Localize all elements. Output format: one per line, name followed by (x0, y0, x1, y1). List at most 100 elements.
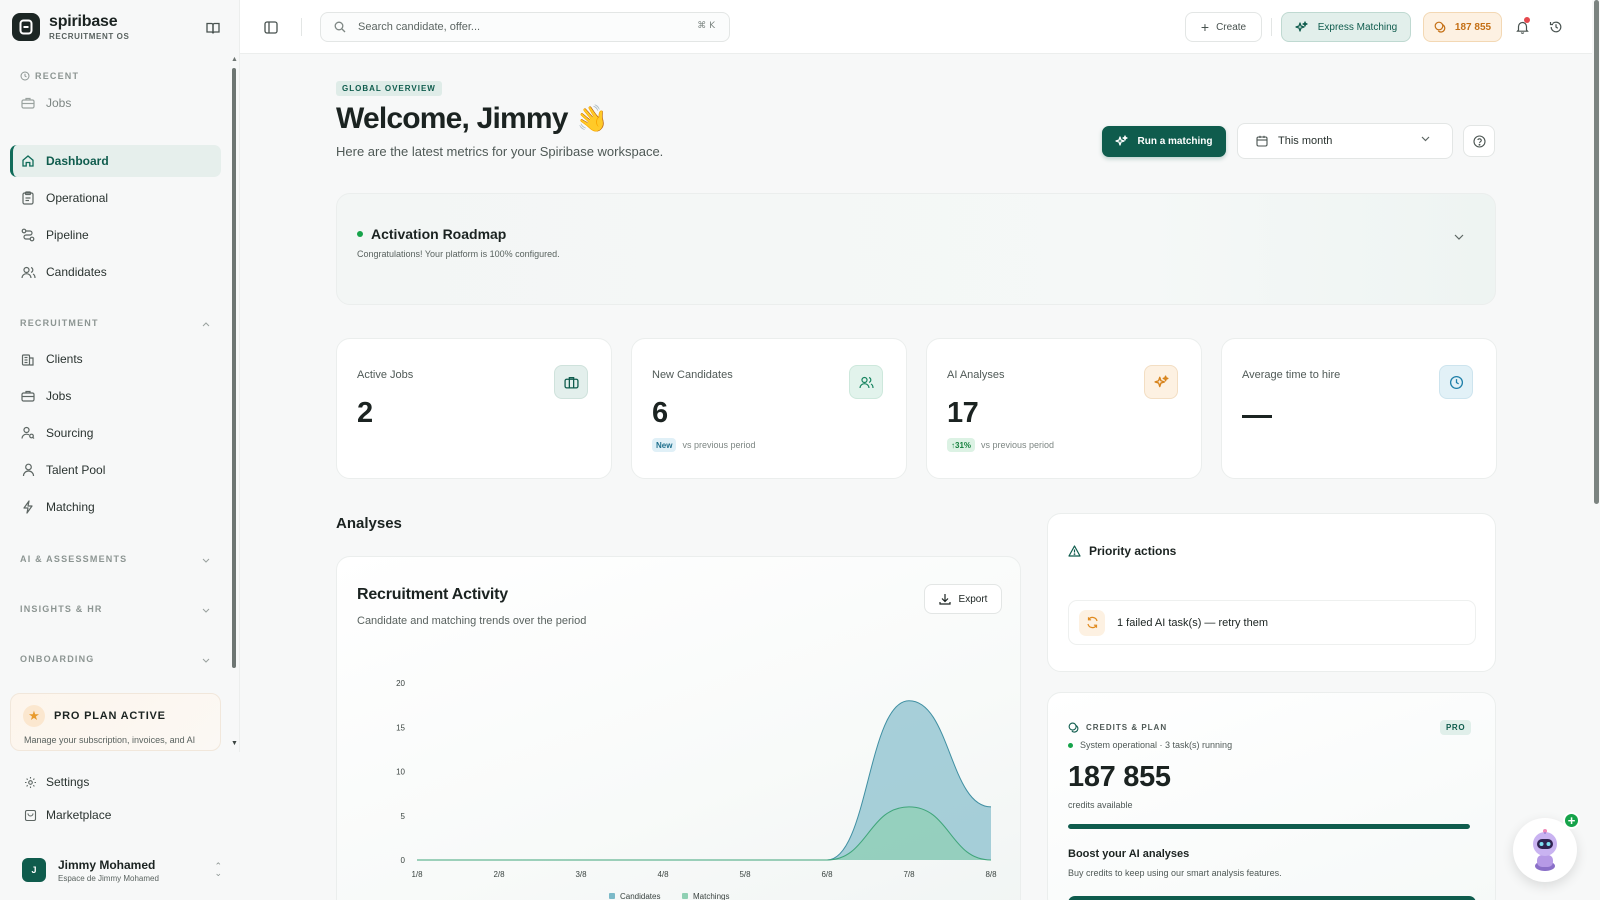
user-icon (20, 462, 36, 478)
route-icon (20, 227, 36, 243)
pro-plan-title: PRO PLAN ACTIVE (54, 710, 166, 722)
gear-icon (22, 774, 38, 790)
ai-assessments-label[interactable]: AI & ASSESSMENTS (20, 554, 127, 564)
sidebar-item-marketplace[interactable]: Marketplace (22, 807, 111, 823)
robot-icon (1533, 829, 1557, 871)
pro-plan-card[interactable]: ★ PRO PLAN ACTIVE Manage your subscripti… (10, 693, 221, 751)
create-button[interactable]: + Create (1185, 12, 1262, 42)
divider (301, 18, 302, 36)
scroll-down-arrow[interactable]: ▼ (231, 740, 238, 747)
legend-swatch (609, 893, 615, 899)
notification-dot (1524, 17, 1530, 23)
briefcase-icon (20, 388, 36, 404)
roadmap-title: Activation Roadmap (357, 226, 506, 242)
history-icon[interactable] (1547, 18, 1565, 36)
priority-title: Priority actions (1068, 544, 1176, 558)
plan-badge: PRO (1440, 720, 1472, 735)
credits-button[interactable]: 187 855 (1423, 12, 1502, 42)
stat-card-new-candidates: New Candidates 6 New vs previous period (631, 338, 907, 479)
store-icon (22, 807, 38, 823)
brand[interactable]: spiribase RECRUITMENT OS (12, 13, 129, 41)
y-tick-label: 10 (396, 768, 405, 777)
legend-label[interactable]: Candidates (620, 892, 660, 900)
stat-card-ai-analyses: AI Analyses 17 ↑31% vs previous period (926, 338, 1202, 479)
sidebar-item-clients[interactable]: Clients (10, 343, 221, 375)
sidebar-item-sourcing[interactable]: Sourcing (10, 417, 221, 449)
sidebar-item-candidates[interactable]: Candidates (10, 256, 221, 288)
clock-icon (1439, 365, 1473, 399)
briefcase-icon (20, 95, 36, 111)
user-workspace: Espace de Jimmy Mohamed (58, 873, 159, 883)
sidebar-item-matching[interactable]: Matching (10, 491, 221, 523)
status-dot (1068, 742, 1073, 748)
sidebar-item-talent-pool[interactable]: Talent Pool (10, 454, 221, 486)
chevron-down-icon[interactable] (200, 604, 212, 616)
x-tick-label: 5/8 (739, 870, 751, 879)
page-scrollbar[interactable] (1592, 0, 1600, 900)
recruitment-label: RECRUITMENT (20, 318, 99, 328)
sidebar-item-settings[interactable]: Settings (22, 774, 89, 790)
global-overview-tag: GLOBAL OVERVIEW (336, 81, 442, 96)
coins-icon (1068, 722, 1079, 733)
page-subtitle: Here are the latest metrics for your Spi… (336, 144, 664, 159)
calendar-icon (1256, 135, 1268, 147)
sidebar-item-jobs[interactable]: Jobs (10, 380, 221, 412)
chevron-down-icon[interactable] (1454, 234, 1464, 240)
stat-card-time-to-hire: Average time to hire — (1221, 338, 1497, 479)
chevron-up-icon[interactable] (200, 318, 212, 330)
building-icon (20, 351, 36, 367)
boost-title: Boost your AI analyses (1068, 848, 1190, 860)
search-box[interactable]: ⌘ K (320, 12, 730, 42)
brand-subtitle: RECRUITMENT OS (49, 32, 130, 41)
activation-roadmap[interactable]: Activation Roadmap Congratulations! Your… (336, 193, 1496, 305)
sidebar-item-pipeline[interactable]: Pipeline (10, 219, 221, 251)
help-icon[interactable] (1463, 125, 1495, 157)
legend-label[interactable]: Matchings (693, 892, 729, 900)
divider (1271, 18, 1272, 36)
credits-available-label: credits available (1068, 800, 1133, 810)
topbar: ⌘ K + Create Express Matching 187 855 (240, 0, 1600, 54)
page-scroll-thumb[interactable] (1594, 0, 1599, 504)
sidebar-scroll-thumb[interactable] (232, 68, 236, 668)
plus-icon: + (1200, 19, 1210, 35)
sidebar-scrollbar[interactable] (232, 60, 236, 668)
panel-toggle-icon[interactable] (262, 18, 280, 36)
onboarding-label[interactable]: ONBOARDING (20, 654, 95, 664)
stat-card-active-jobs: Active Jobs 2 (336, 338, 612, 479)
book-icon[interactable] (204, 19, 222, 37)
express-matching-button[interactable]: Express Matching (1281, 12, 1411, 42)
search-input[interactable] (358, 21, 678, 33)
recent-item-jobs[interactable]: Jobs (10, 87, 221, 119)
stat-label: Average time to hire (1242, 369, 1341, 381)
stat-trend: New vs previous period (652, 438, 756, 452)
run-matching-button[interactable]: Run a matching (1102, 126, 1226, 157)
warning-icon (1068, 545, 1081, 557)
brand-name: spiribase (49, 13, 118, 30)
page-title: Welcome, Jimmy 👋 (336, 100, 610, 137)
user-name: Jimmy Mohamed (58, 857, 156, 872)
period-select[interactable]: This month (1237, 123, 1453, 159)
coins-icon (1434, 21, 1446, 33)
chevron-down-icon[interactable] (200, 654, 212, 666)
y-tick-label: 20 (396, 679, 405, 688)
user-profile[interactable]: J Jimmy Mohamed Espace de Jimmy Mohamed … (22, 855, 222, 885)
sidebar-item-operational[interactable]: Operational (10, 182, 221, 214)
user-search-icon (20, 425, 36, 441)
users-icon (849, 365, 883, 399)
series-area-matchings (417, 806, 991, 860)
analyses-heading: Analyses (336, 515, 402, 532)
priority-item-failed-tasks[interactable]: 1 failed AI task(s) — retry them (1068, 600, 1476, 645)
chevron-up-down-icon[interactable]: ⌃ ⌄ (214, 862, 222, 878)
stat-trend: ↑31% vs previous period (947, 438, 1054, 452)
clock-icon (20, 71, 30, 81)
status-dot (357, 231, 363, 237)
sidebar-item-dashboard[interactable]: Dashboard (10, 145, 221, 177)
y-tick-label: 0 (401, 856, 406, 865)
legend-swatch (682, 893, 688, 899)
plus-icon[interactable]: + (1563, 812, 1580, 829)
insights-hr-label[interactable]: INSIGHTS & HR (20, 604, 103, 614)
buy-credits-button[interactable] (1068, 896, 1476, 900)
chevron-down-icon[interactable] (200, 554, 212, 566)
x-tick-label: 7/8 (903, 870, 915, 879)
x-tick-label: 1/8 (411, 870, 423, 879)
